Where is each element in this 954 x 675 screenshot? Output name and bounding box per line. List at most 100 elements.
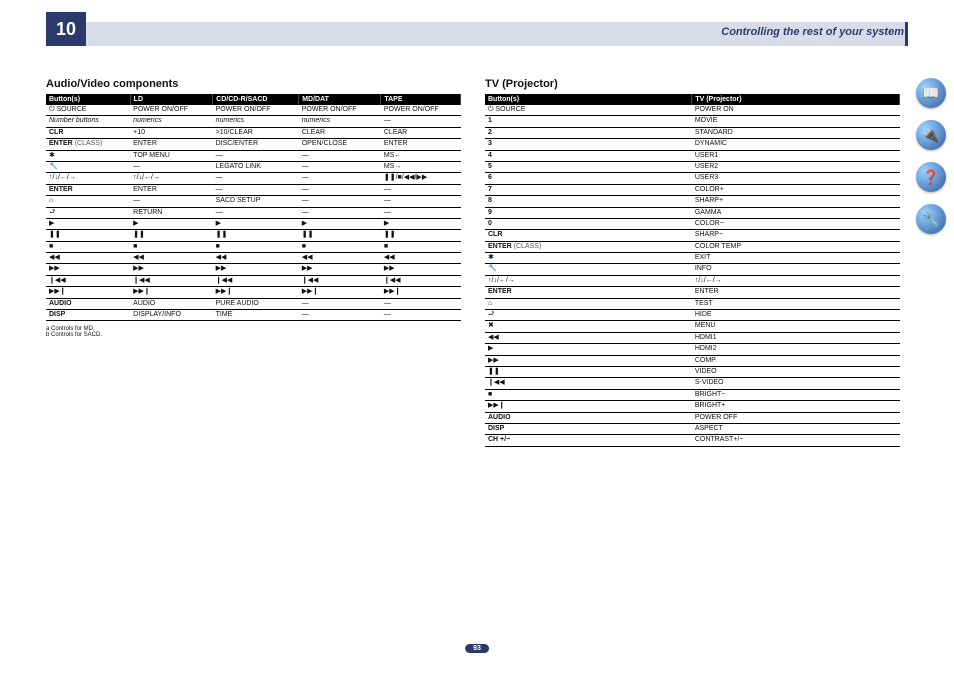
table-cell: ✱ <box>485 253 692 264</box>
table-cell: HIDE <box>692 310 900 321</box>
table-row: ■BRIGHT− <box>485 389 900 400</box>
table-cell: ❙◀◀ <box>381 275 461 286</box>
table-cell: ❚❚ <box>46 230 130 241</box>
table-cell: — <box>299 184 381 195</box>
table-cell: 0 <box>485 218 692 229</box>
table-cell: POWER ON <box>692 105 900 116</box>
table-cell: ENTER <box>485 287 692 298</box>
table-cell: — <box>299 173 381 184</box>
table-cell: MENU <box>692 321 900 332</box>
table-cell: CONTRAST+/− <box>692 435 900 446</box>
table-row: 3DYNAMIC <box>485 139 900 150</box>
table-cell: USER1 <box>692 150 900 161</box>
right-column: TV (Projector) Button(s)TV (Projector) ⏻… <box>485 78 900 447</box>
table-cell: ▶▶ <box>381 264 461 275</box>
table-cell: ■ <box>213 241 299 252</box>
table-cell: ■ <box>381 241 461 252</box>
table-cell: COLOR− <box>692 218 900 229</box>
table-cell: — <box>381 184 461 195</box>
table-cell: 🔧 <box>485 264 692 275</box>
table-cell: — <box>130 161 212 172</box>
av-components-table: Button(s)LDCD/CD-R/SACDMD/DATTAPE ⏻ SOUR… <box>46 94 461 321</box>
table-cell: BRIGHT+ <box>692 401 900 412</box>
table-cell: — <box>213 173 299 184</box>
table-row: 🔧INFO <box>485 264 900 275</box>
table-cell: DYNAMIC <box>692 139 900 150</box>
table-cell: COLOR+ <box>692 184 900 195</box>
table-row: DISPASPECT <box>485 423 900 434</box>
table-cell: ▶▶ <box>130 264 212 275</box>
table-cell: 1 <box>485 116 692 127</box>
tv-projector-table: Button(s)TV (Projector) ⏻ SOURCEPOWER ON… <box>485 94 900 447</box>
table-row: ▶▶▶▶▶ <box>46 218 461 229</box>
table-row: ENTERENTER <box>485 287 900 298</box>
table-cell: 7 <box>485 184 692 195</box>
table-cell: ▶ <box>381 218 461 229</box>
table-cell: ↑/↓/←/→ <box>130 173 212 184</box>
table-cell: ◀◀ <box>299 253 381 264</box>
table-cell: ⏻ SOURCE <box>46 105 130 116</box>
table-cell: CLR <box>46 127 130 138</box>
table-header: TV (Projector) <box>692 94 900 105</box>
table-cell: ⏻ SOURCE <box>485 105 692 116</box>
table-header: LD <box>130 94 212 105</box>
table-cell: COMP. <box>692 355 900 366</box>
table-cell: VIDEO <box>692 366 900 377</box>
table-cell: CLR <box>485 230 692 241</box>
table-header: MD/DAT <box>299 94 381 105</box>
table-cell: CLEAR <box>381 127 461 138</box>
table-cell: ▶▶❙ <box>130 287 212 298</box>
table-row: Number buttonsnumericsnumericsnumerics— <box>46 116 461 127</box>
table-cell: ↑/↓/←/→ <box>485 275 692 286</box>
table-cell: INFO <box>692 264 900 275</box>
table-row: 8SHARP+ <box>485 196 900 207</box>
table-row: ▶HDMI2 <box>485 344 900 355</box>
table-cell: ❚❚ <box>381 230 461 241</box>
table-cell: Number buttons <box>46 116 130 127</box>
footnote: b Controls for SACD. <box>46 332 461 338</box>
section-title-av: Audio/Video components <box>46 78 461 90</box>
table-cell: numerics <box>213 116 299 127</box>
table-cell: ▶▶ <box>213 264 299 275</box>
table-cell: ◀◀ <box>381 253 461 264</box>
table-row: ENTER (CLASS)COLOR TEMP <box>485 241 900 252</box>
table-row: 7COLOR+ <box>485 184 900 195</box>
table-row: AUDIOAUDIOPURE AUDIO—— <box>46 298 461 309</box>
table-row: ENTER (CLASS)ENTERDISC/ENTEROPEN/CLOSEEN… <box>46 139 461 150</box>
table-cell: DISP <box>46 310 130 321</box>
table-cell: ▶ <box>299 218 381 229</box>
table-row: 9GAMMA <box>485 207 900 218</box>
table-row: ⏻ SOURCEPOWER ON/OFFPOWER ON/OFFPOWER ON… <box>46 105 461 116</box>
table-cell: 🔧 <box>46 161 130 172</box>
table-cell: CH +/− <box>485 435 692 446</box>
table-cell: POWER OFF <box>692 412 900 423</box>
book-icon[interactable]: 📖 <box>916 78 946 108</box>
table-row: 1MOVIE <box>485 116 900 127</box>
table-cell: SHARP− <box>692 230 900 241</box>
left-column: Audio/Video components Button(s)LDCD/CD-… <box>46 78 461 338</box>
help-icon[interactable]: ❓ <box>916 162 946 192</box>
table-cell: ■ <box>485 389 692 400</box>
table-row: ▶▶▶▶▶▶▶▶▶▶ <box>46 264 461 275</box>
page-number: 93 <box>465 644 489 653</box>
table-cell: ❙◀◀ <box>46 275 130 286</box>
table-cell: CLEAR <box>299 127 381 138</box>
table-row: ▶▶❙BRIGHT+ <box>485 401 900 412</box>
table-cell: ENTER <box>692 287 900 298</box>
table-cell: BRIGHT− <box>692 389 900 400</box>
tools-icon[interactable]: 🔧 <box>916 204 946 234</box>
header-accent <box>905 22 908 46</box>
table-cell: ▶ <box>130 218 212 229</box>
side-nav-icons: 📖 🔌 ❓ 🔧 <box>916 78 946 234</box>
table-row: ❚❚VIDEO <box>485 366 900 377</box>
table-cell: — <box>299 161 381 172</box>
table-row: 2STANDARD <box>485 127 900 138</box>
table-cell: ◀◀ <box>46 253 130 264</box>
table-cell: HDMI1 <box>692 332 900 343</box>
table-row: 🔧—LEGATO LINK—MS→ <box>46 161 461 172</box>
table-cell: — <box>381 196 461 207</box>
table-cell: ▶▶❙ <box>213 287 299 298</box>
table-row: DISPDISPLAY/INFOTIME—— <box>46 310 461 321</box>
table-cell: ↑/↓/←/→ <box>692 275 900 286</box>
device-icon[interactable]: 🔌 <box>916 120 946 150</box>
